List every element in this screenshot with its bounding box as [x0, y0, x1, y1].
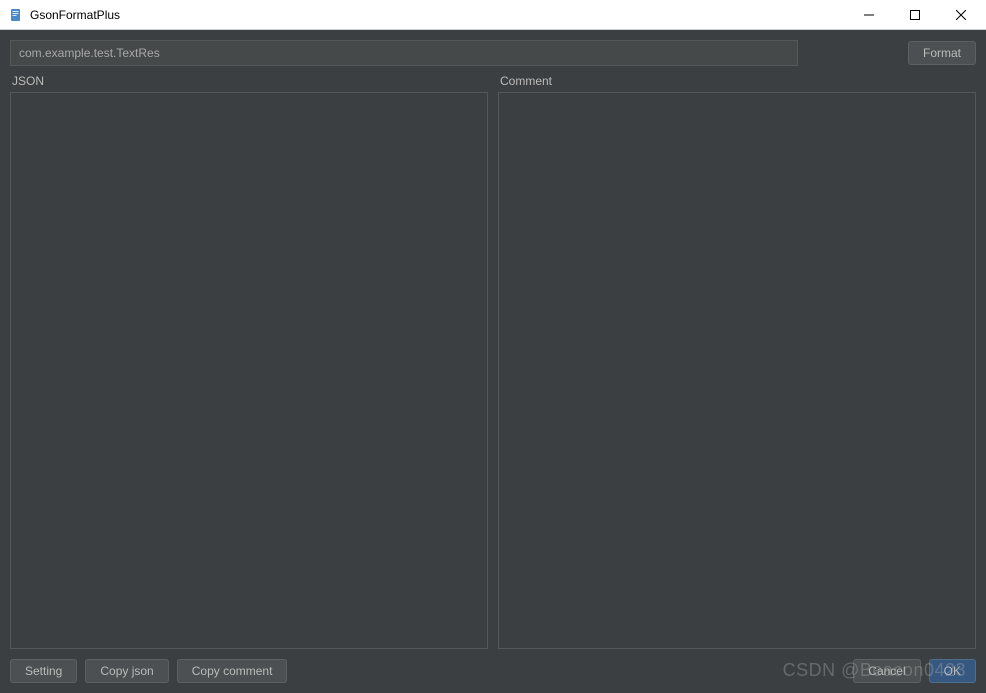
content-area: Format JSON Comment Setting Copy json Co…: [0, 30, 986, 693]
app-icon: [8, 7, 24, 23]
copy-comment-button[interactable]: Copy comment: [177, 659, 288, 683]
minimize-button[interactable]: [846, 0, 892, 30]
setting-button[interactable]: Setting: [10, 659, 77, 683]
ok-button[interactable]: OK: [929, 659, 976, 683]
top-row: Format: [10, 40, 976, 66]
comment-label: Comment: [498, 74, 976, 88]
bottom-row: Setting Copy json Copy comment Cancel OK: [10, 659, 976, 683]
panel-labels: JSON Comment: [10, 74, 976, 88]
json-textarea[interactable]: [10, 92, 488, 649]
window-titlebar: GsonFormatPlus: [0, 0, 986, 30]
close-button[interactable]: [938, 0, 984, 30]
format-button[interactable]: Format: [908, 41, 976, 65]
copy-json-button[interactable]: Copy json: [85, 659, 168, 683]
class-path-input[interactable]: [10, 40, 798, 66]
json-label: JSON: [10, 74, 488, 88]
window-controls: [846, 0, 984, 30]
comment-textarea[interactable]: [498, 92, 976, 649]
cancel-button[interactable]: Cancel: [853, 659, 920, 683]
window-title: GsonFormatPlus: [30, 8, 846, 22]
panels-container: [10, 92, 976, 649]
maximize-button[interactable]: [892, 0, 938, 30]
